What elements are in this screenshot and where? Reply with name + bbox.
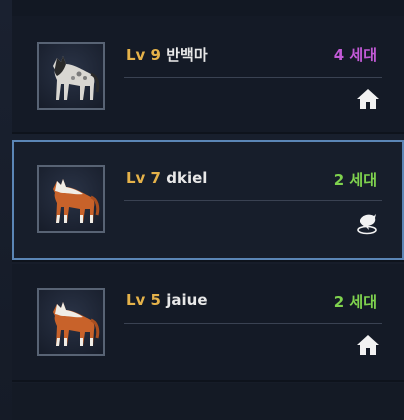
home-icon[interactable] <box>355 86 381 112</box>
horse-title: Lv 7 dkiel <box>126 169 207 187</box>
horse-level: Lv 7 <box>126 169 161 187</box>
horse-title: Lv 9 반백마 <box>126 44 208 65</box>
horse-generation: 2 세대 <box>333 293 377 311</box>
card-divider-line <box>124 77 382 78</box>
horse-chestnut-icon <box>53 302 100 346</box>
card-separator <box>12 132 404 134</box>
card-separator <box>12 380 404 382</box>
horse-portrait <box>37 165 105 233</box>
dolphin-icon[interactable] <box>354 210 380 236</box>
horse-level: Lv 5 <box>126 291 161 309</box>
horse-name: 반백마 <box>166 46 208 64</box>
horse-name: jaiue <box>166 291 208 309</box>
horse-portrait <box>37 288 105 356</box>
card-divider-line <box>124 200 382 201</box>
horse-level: Lv 9 <box>126 46 161 64</box>
home-icon[interactable] <box>355 332 381 358</box>
horse-generation: 2 세대 <box>333 171 377 189</box>
card-separator <box>12 260 404 262</box>
horse-list-panel: Lv 9 반백마 4 세대 Lv 7 dkiel 2 세대 Lv 5 jaiue… <box>0 0 404 420</box>
next-card-partial[interactable] <box>12 383 404 420</box>
card-divider-line <box>124 323 382 324</box>
horse-gray-icon <box>53 56 100 100</box>
horse-chestnut-icon <box>53 179 100 223</box>
horse-name: dkiel <box>166 169 208 187</box>
horse-title: Lv 5 jaiue <box>126 291 208 309</box>
horse-portrait <box>37 42 105 110</box>
horse-generation: 4 세대 <box>333 46 377 64</box>
